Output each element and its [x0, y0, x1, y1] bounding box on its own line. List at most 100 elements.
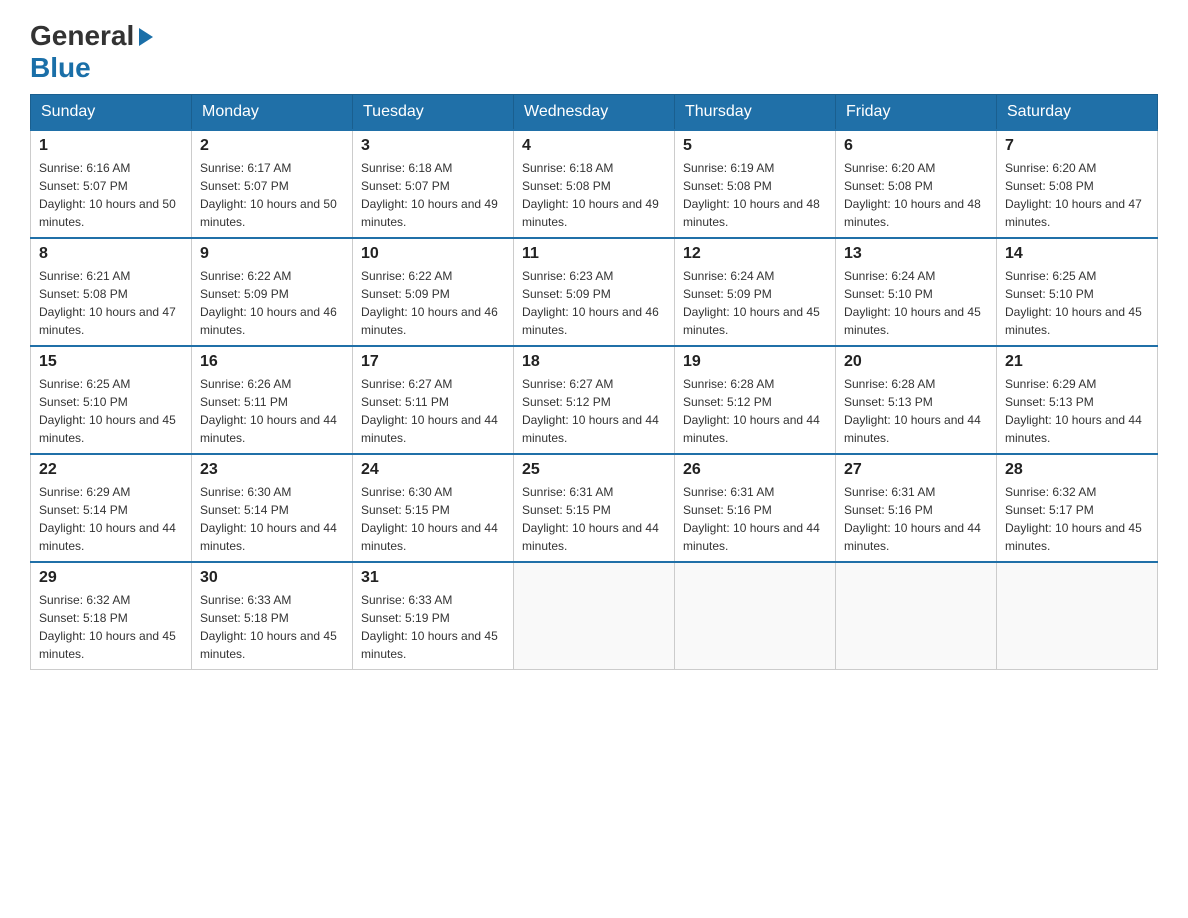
- week-row-3: 15 Sunrise: 6:25 AMSunset: 5:10 PMDayligh…: [31, 346, 1158, 454]
- calendar-table: SundayMondayTuesdayWednesdayThursdayFrid…: [30, 94, 1158, 670]
- calendar-cell: 31 Sunrise: 6:33 AMSunset: 5:19 PMDayligh…: [353, 562, 514, 670]
- calendar-cell: 16Sunrise: 6:26 AMSunset: 5:11 PMDayligh…: [192, 346, 353, 454]
- calendar-cell: 11 Sunrise: 6:23 AMSunset: 5:09 PMDayligh…: [514, 238, 675, 346]
- day-info: Sunrise: 6:27 AMSunset: 5:11 PMDaylight:…: [361, 375, 505, 447]
- calendar-cell: [836, 562, 997, 670]
- day-header-friday: Friday: [836, 95, 997, 131]
- logo-arrow-icon: [139, 28, 153, 46]
- day-info: Sunrise: 6:31 AMSunset: 5:16 PMDaylight:…: [683, 483, 827, 555]
- day-number: 4: [522, 137, 666, 155]
- day-number: 11: [522, 245, 666, 263]
- day-number: 10: [361, 245, 505, 263]
- day-number: 16: [200, 353, 344, 371]
- day-number: 22: [39, 461, 183, 479]
- week-row-5: 29Sunrise: 6:32 AMSunset: 5:18 PMDayligh…: [31, 562, 1158, 670]
- calendar-cell: 27Sunrise: 6:31 AMSunset: 5:16 PMDayligh…: [836, 454, 997, 562]
- day-number: 28: [1005, 461, 1149, 479]
- calendar-cell: 9 Sunrise: 6:22 AMSunset: 5:09 PMDaylight…: [192, 238, 353, 346]
- day-info: Sunrise: 6:28 AMSunset: 5:12 PMDaylight:…: [683, 375, 827, 447]
- calendar-cell: 23 Sunrise: 6:30 AMSunset: 5:14 PMDayligh…: [192, 454, 353, 562]
- calendar-cell: 19 Sunrise: 6:28 AMSunset: 5:12 PMDayligh…: [675, 346, 836, 454]
- calendar-cell: 30 Sunrise: 6:33 AMSunset: 5:18 PMDayligh…: [192, 562, 353, 670]
- day-number: 23: [200, 461, 344, 479]
- calendar-cell: 12 Sunrise: 6:24 AMSunset: 5:09 PMDayligh…: [675, 238, 836, 346]
- logo-general-text: General: [30, 20, 134, 52]
- day-header-thursday: Thursday: [675, 95, 836, 131]
- day-number: 30: [200, 569, 344, 587]
- week-row-1: 1 Sunrise: 6:16 AMSunset: 5:07 PMDaylight…: [31, 130, 1158, 238]
- calendar-cell: 21 Sunrise: 6:29 AMSunset: 5:13 PMDayligh…: [997, 346, 1158, 454]
- day-number: 8: [39, 245, 183, 263]
- day-number: 15: [39, 353, 183, 371]
- day-info: Sunrise: 6:32 AMSunset: 5:17 PMDaylight:…: [1005, 483, 1149, 555]
- day-header-wednesday: Wednesday: [514, 95, 675, 131]
- day-info: Sunrise: 6:24 AMSunset: 5:10 PMDaylight:…: [844, 267, 988, 339]
- day-number: 17: [361, 353, 505, 371]
- calendar-cell: [675, 562, 836, 670]
- day-number: 27: [844, 461, 988, 479]
- day-info: Sunrise: 6:25 AMSunset: 5:10 PMDaylight:…: [39, 375, 183, 447]
- day-number: 13: [844, 245, 988, 263]
- day-header-saturday: Saturday: [997, 95, 1158, 131]
- day-info: Sunrise: 6:21 AMSunset: 5:08 PMDaylight:…: [39, 267, 183, 339]
- calendar-cell: 7 Sunrise: 6:20 AMSunset: 5:08 PMDaylight…: [997, 130, 1158, 238]
- calendar-cell: 20 Sunrise: 6:28 AMSunset: 5:13 PMDayligh…: [836, 346, 997, 454]
- day-info: Sunrise: 6:20 AMSunset: 5:08 PMDaylight:…: [1005, 159, 1149, 231]
- calendar-cell: 26 Sunrise: 6:31 AMSunset: 5:16 PMDayligh…: [675, 454, 836, 562]
- day-info: Sunrise: 6:16 AMSunset: 5:07 PMDaylight:…: [39, 159, 183, 231]
- day-info: Sunrise: 6:33 AMSunset: 5:19 PMDaylight:…: [361, 591, 505, 663]
- day-info: Sunrise: 6:28 AMSunset: 5:13 PMDaylight:…: [844, 375, 988, 447]
- day-info: Sunrise: 6:23 AMSunset: 5:09 PMDaylight:…: [522, 267, 666, 339]
- calendar-cell: 15 Sunrise: 6:25 AMSunset: 5:10 PMDayligh…: [31, 346, 192, 454]
- day-number: 31: [361, 569, 505, 587]
- calendar-cell: 22 Sunrise: 6:29 AMSunset: 5:14 PMDayligh…: [31, 454, 192, 562]
- day-number: 2: [200, 137, 344, 155]
- day-number: 21: [1005, 353, 1149, 371]
- day-info: Sunrise: 6:30 AMSunset: 5:14 PMDaylight:…: [200, 483, 344, 555]
- day-number: 6: [844, 137, 988, 155]
- day-header-monday: Monday: [192, 95, 353, 131]
- calendar-cell: 10 Sunrise: 6:22 AMSunset: 5:09 PMDayligh…: [353, 238, 514, 346]
- day-number: 12: [683, 245, 827, 263]
- day-info: Sunrise: 6:22 AMSunset: 5:09 PMDaylight:…: [200, 267, 344, 339]
- day-number: 7: [1005, 137, 1149, 155]
- calendar-cell: 17 Sunrise: 6:27 AMSunset: 5:11 PMDayligh…: [353, 346, 514, 454]
- page-header: General Blue: [30, 20, 1158, 84]
- day-number: 26: [683, 461, 827, 479]
- day-info: Sunrise: 6:18 AMSunset: 5:07 PMDaylight:…: [361, 159, 505, 231]
- calendar-cell: 24 Sunrise: 6:30 AMSunset: 5:15 PMDayligh…: [353, 454, 514, 562]
- calendar-cell: 6Sunrise: 6:20 AMSunset: 5:08 PMDaylight…: [836, 130, 997, 238]
- day-info: Sunrise: 6:29 AMSunset: 5:14 PMDaylight:…: [39, 483, 183, 555]
- day-info: Sunrise: 6:22 AMSunset: 5:09 PMDaylight:…: [361, 267, 505, 339]
- day-number: 20: [844, 353, 988, 371]
- calendar-cell: 14 Sunrise: 6:25 AMSunset: 5:10 PMDayligh…: [997, 238, 1158, 346]
- calendar-cell: 1 Sunrise: 6:16 AMSunset: 5:07 PMDaylight…: [31, 130, 192, 238]
- day-number: 24: [361, 461, 505, 479]
- day-number: 9: [200, 245, 344, 263]
- week-row-2: 8 Sunrise: 6:21 AMSunset: 5:08 PMDaylight…: [31, 238, 1158, 346]
- logo-text: General: [30, 20, 153, 52]
- calendar-cell: 13 Sunrise: 6:24 AMSunset: 5:10 PMDayligh…: [836, 238, 997, 346]
- day-number: 1: [39, 137, 183, 155]
- calendar-cell: 3 Sunrise: 6:18 AMSunset: 5:07 PMDaylight…: [353, 130, 514, 238]
- day-info: Sunrise: 6:25 AMSunset: 5:10 PMDaylight:…: [1005, 267, 1149, 339]
- day-number: 14: [1005, 245, 1149, 263]
- calendar-cell: 25Sunrise: 6:31 AMSunset: 5:15 PMDayligh…: [514, 454, 675, 562]
- day-info: Sunrise: 6:33 AMSunset: 5:18 PMDaylight:…: [200, 591, 344, 663]
- day-info: Sunrise: 6:18 AMSunset: 5:08 PMDaylight:…: [522, 159, 666, 231]
- day-header-tuesday: Tuesday: [353, 95, 514, 131]
- day-info: Sunrise: 6:30 AMSunset: 5:15 PMDaylight:…: [361, 483, 505, 555]
- calendar-cell: 4 Sunrise: 6:18 AMSunset: 5:08 PMDaylight…: [514, 130, 675, 238]
- day-number: 19: [683, 353, 827, 371]
- calendar-cell: 18 Sunrise: 6:27 AMSunset: 5:12 PMDayligh…: [514, 346, 675, 454]
- day-info: Sunrise: 6:27 AMSunset: 5:12 PMDaylight:…: [522, 375, 666, 447]
- day-info: Sunrise: 6:19 AMSunset: 5:08 PMDaylight:…: [683, 159, 827, 231]
- day-info: Sunrise: 6:32 AMSunset: 5:18 PMDaylight:…: [39, 591, 183, 663]
- day-number: 3: [361, 137, 505, 155]
- day-number: 18: [522, 353, 666, 371]
- calendar-cell: [514, 562, 675, 670]
- day-info: Sunrise: 6:29 AMSunset: 5:13 PMDaylight:…: [1005, 375, 1149, 447]
- day-info: Sunrise: 6:31 AMSunset: 5:15 PMDaylight:…: [522, 483, 666, 555]
- calendar-cell: 5Sunrise: 6:19 AMSunset: 5:08 PMDaylight…: [675, 130, 836, 238]
- day-info: Sunrise: 6:24 AMSunset: 5:09 PMDaylight:…: [683, 267, 827, 339]
